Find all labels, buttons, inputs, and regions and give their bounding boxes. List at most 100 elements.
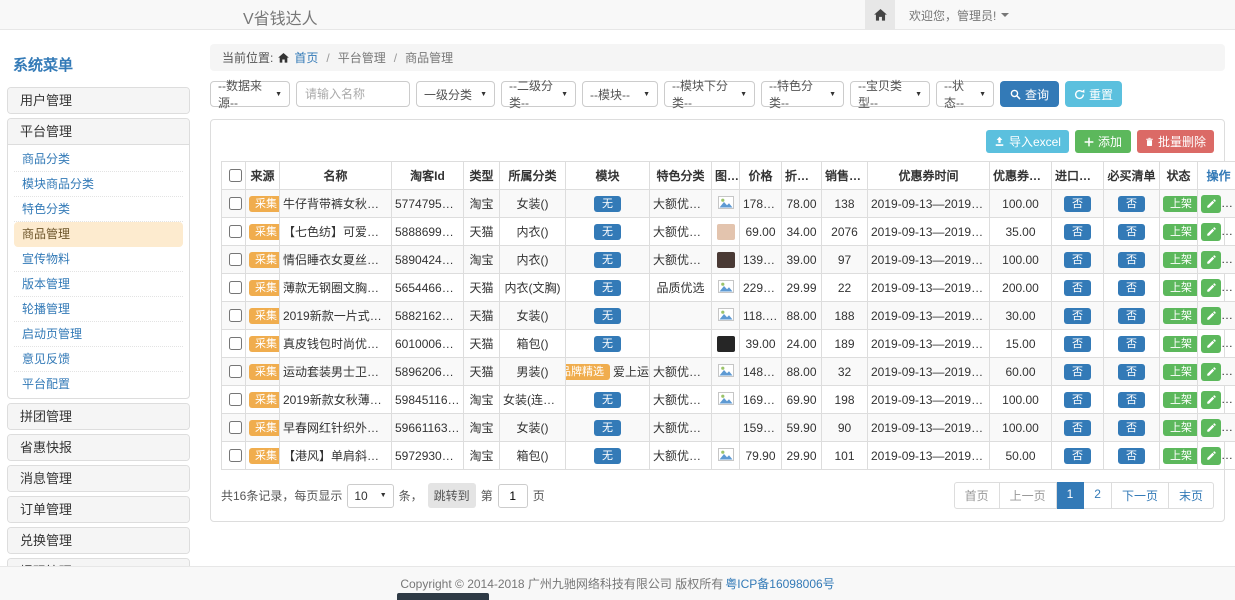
page-button[interactable]: 末页 bbox=[1169, 482, 1214, 509]
import-excel-button[interactable]: 导入excel bbox=[986, 130, 1069, 153]
row-checkbox[interactable] bbox=[229, 393, 242, 406]
row-checkbox[interactable] bbox=[229, 421, 242, 434]
sidebar-group-header[interactable]: 订单管理 bbox=[8, 497, 189, 522]
module-badge[interactable]: 无 bbox=[594, 196, 621, 212]
module-badge[interactable]: 无 bbox=[594, 392, 621, 408]
edit-button[interactable] bbox=[1201, 447, 1221, 465]
sidebar-item[interactable]: 轮播管理 bbox=[14, 297, 183, 322]
batch-delete-button[interactable]: 批量删除 bbox=[1137, 130, 1214, 153]
select-feature-category[interactable]: --特色分类--▼ bbox=[761, 81, 844, 107]
select-data-source[interactable]: --数据来源--▼ bbox=[210, 81, 290, 107]
sidebar-group-header[interactable]: 平台管理 bbox=[8, 119, 189, 144]
home-button[interactable] bbox=[865, 0, 895, 30]
add-button[interactable]: 添加 bbox=[1075, 130, 1131, 153]
status-button[interactable]: 上架 bbox=[1163, 336, 1198, 352]
sidebar-group-header[interactable]: 省惠快报 bbox=[8, 435, 189, 460]
edit-button[interactable] bbox=[1201, 223, 1221, 241]
name-input[interactable] bbox=[296, 81, 410, 107]
must-buy-badge[interactable]: 否 bbox=[1118, 224, 1145, 240]
must-buy-badge[interactable]: 否 bbox=[1118, 392, 1145, 408]
sidebar-group-header[interactable]: 拼团管理 bbox=[8, 404, 189, 429]
row-checkbox[interactable] bbox=[229, 309, 242, 322]
status-button[interactable]: 上架 bbox=[1163, 252, 1198, 268]
status-button[interactable]: 上架 bbox=[1163, 224, 1198, 240]
import-select-badge[interactable]: 否 bbox=[1064, 392, 1091, 408]
per-page-select[interactable]: 10 ▼ bbox=[347, 484, 393, 508]
row-checkbox[interactable] bbox=[229, 197, 242, 210]
row-checkbox[interactable] bbox=[229, 337, 242, 350]
page-button[interactable]: 1 bbox=[1057, 482, 1085, 509]
sidebar-group-header[interactable]: 兑换管理 bbox=[8, 528, 189, 553]
sidebar-item[interactable]: 平台配置 bbox=[14, 372, 183, 396]
edit-button[interactable] bbox=[1201, 335, 1221, 353]
edit-button[interactable] bbox=[1201, 251, 1221, 269]
edit-button[interactable] bbox=[1201, 419, 1221, 437]
edit-button[interactable] bbox=[1201, 363, 1221, 381]
must-buy-badge[interactable]: 否 bbox=[1118, 308, 1145, 324]
select-all-checkbox[interactable] bbox=[229, 169, 242, 182]
breadcrumb-home-link[interactable]: 首页 bbox=[294, 49, 318, 66]
icp-link[interactable]: 粤ICP备16098006号 bbox=[725, 575, 834, 592]
must-buy-badge[interactable]: 否 bbox=[1118, 420, 1145, 436]
sidebar-item[interactable]: 意见反馈 bbox=[14, 347, 183, 372]
must-buy-badge[interactable]: 否 bbox=[1118, 252, 1145, 268]
sidebar-group-header[interactable]: 消息管理 bbox=[8, 466, 189, 491]
search-button[interactable]: 查询 bbox=[1000, 81, 1059, 107]
page-button[interactable]: 2 bbox=[1084, 482, 1112, 509]
import-select-badge[interactable]: 否 bbox=[1064, 448, 1091, 464]
page-button[interactable]: 下一页 bbox=[1112, 482, 1169, 509]
status-button[interactable]: 上架 bbox=[1163, 448, 1198, 464]
row-checkbox[interactable] bbox=[229, 253, 242, 266]
sidebar-item[interactable]: 商品分类 bbox=[14, 147, 183, 172]
import-select-badge[interactable]: 否 bbox=[1064, 196, 1091, 212]
row-checkbox[interactable] bbox=[229, 281, 242, 294]
module-badge[interactable]: 无 bbox=[594, 308, 621, 324]
jump-button[interactable]: 跳转到 bbox=[428, 483, 476, 508]
sidebar-group-header[interactable]: 用户管理 bbox=[8, 88, 189, 113]
sidebar-item[interactable]: 特色分类 bbox=[14, 197, 183, 222]
select-level2-category[interactable]: --二级分类--▼ bbox=[501, 81, 576, 107]
select-item-type[interactable]: --宝贝类型--▼ bbox=[850, 81, 930, 107]
row-checkbox[interactable] bbox=[229, 225, 242, 238]
row-checkbox[interactable] bbox=[229, 449, 242, 462]
sidebar-item[interactable]: 商品管理 bbox=[14, 222, 183, 247]
module-badge[interactable]: 无 bbox=[594, 336, 621, 352]
reset-button[interactable]: 重置 bbox=[1065, 81, 1122, 107]
edit-button[interactable] bbox=[1201, 307, 1221, 325]
status-button[interactable]: 上架 bbox=[1163, 420, 1198, 436]
must-buy-badge[interactable]: 否 bbox=[1118, 364, 1145, 380]
import-select-badge[interactable]: 否 bbox=[1064, 336, 1091, 352]
import-select-badge[interactable]: 否 bbox=[1064, 420, 1091, 436]
module-badge[interactable]: 无 bbox=[594, 280, 621, 296]
sidebar-item[interactable]: 模块商品分类 bbox=[14, 172, 183, 197]
must-buy-badge[interactable]: 否 bbox=[1118, 196, 1145, 212]
status-button[interactable]: 上架 bbox=[1163, 364, 1198, 380]
edit-button[interactable] bbox=[1201, 195, 1221, 213]
import-select-badge[interactable]: 否 bbox=[1064, 280, 1091, 296]
import-select-badge[interactable]: 否 bbox=[1064, 364, 1091, 380]
select-status[interactable]: --状态--▼ bbox=[936, 81, 994, 107]
select-module-subcategory[interactable]: --模块下分类--▼ bbox=[664, 81, 755, 107]
import-select-badge[interactable]: 否 bbox=[1064, 308, 1091, 324]
status-button[interactable]: 上架 bbox=[1163, 196, 1198, 212]
must-buy-badge[interactable]: 否 bbox=[1118, 448, 1145, 464]
edit-button[interactable] bbox=[1201, 279, 1221, 297]
sidebar-item[interactable]: 版本管理 bbox=[14, 272, 183, 297]
row-checkbox[interactable] bbox=[229, 365, 242, 378]
status-button[interactable]: 上架 bbox=[1163, 308, 1198, 324]
page-number-input[interactable] bbox=[498, 484, 528, 508]
module-badge[interactable]: 无 bbox=[594, 224, 621, 240]
select-module[interactable]: --模块--▼ bbox=[582, 81, 658, 107]
status-button[interactable]: 上架 bbox=[1163, 280, 1198, 296]
sidebar-item[interactable]: 宣传物料 bbox=[14, 247, 183, 272]
module-badge[interactable]: 无 bbox=[594, 252, 621, 268]
select-level1-category[interactable]: 一级分类▼ bbox=[416, 81, 495, 107]
module-badge[interactable]: 无 bbox=[594, 420, 621, 436]
must-buy-badge[interactable]: 否 bbox=[1118, 280, 1145, 296]
import-select-badge[interactable]: 否 bbox=[1064, 224, 1091, 240]
status-button[interactable]: 上架 bbox=[1163, 392, 1198, 408]
must-buy-badge[interactable]: 否 bbox=[1118, 336, 1145, 352]
sidebar-item[interactable]: 启动页管理 bbox=[14, 322, 183, 347]
edit-button[interactable] bbox=[1201, 391, 1221, 409]
import-select-badge[interactable]: 否 bbox=[1064, 252, 1091, 268]
